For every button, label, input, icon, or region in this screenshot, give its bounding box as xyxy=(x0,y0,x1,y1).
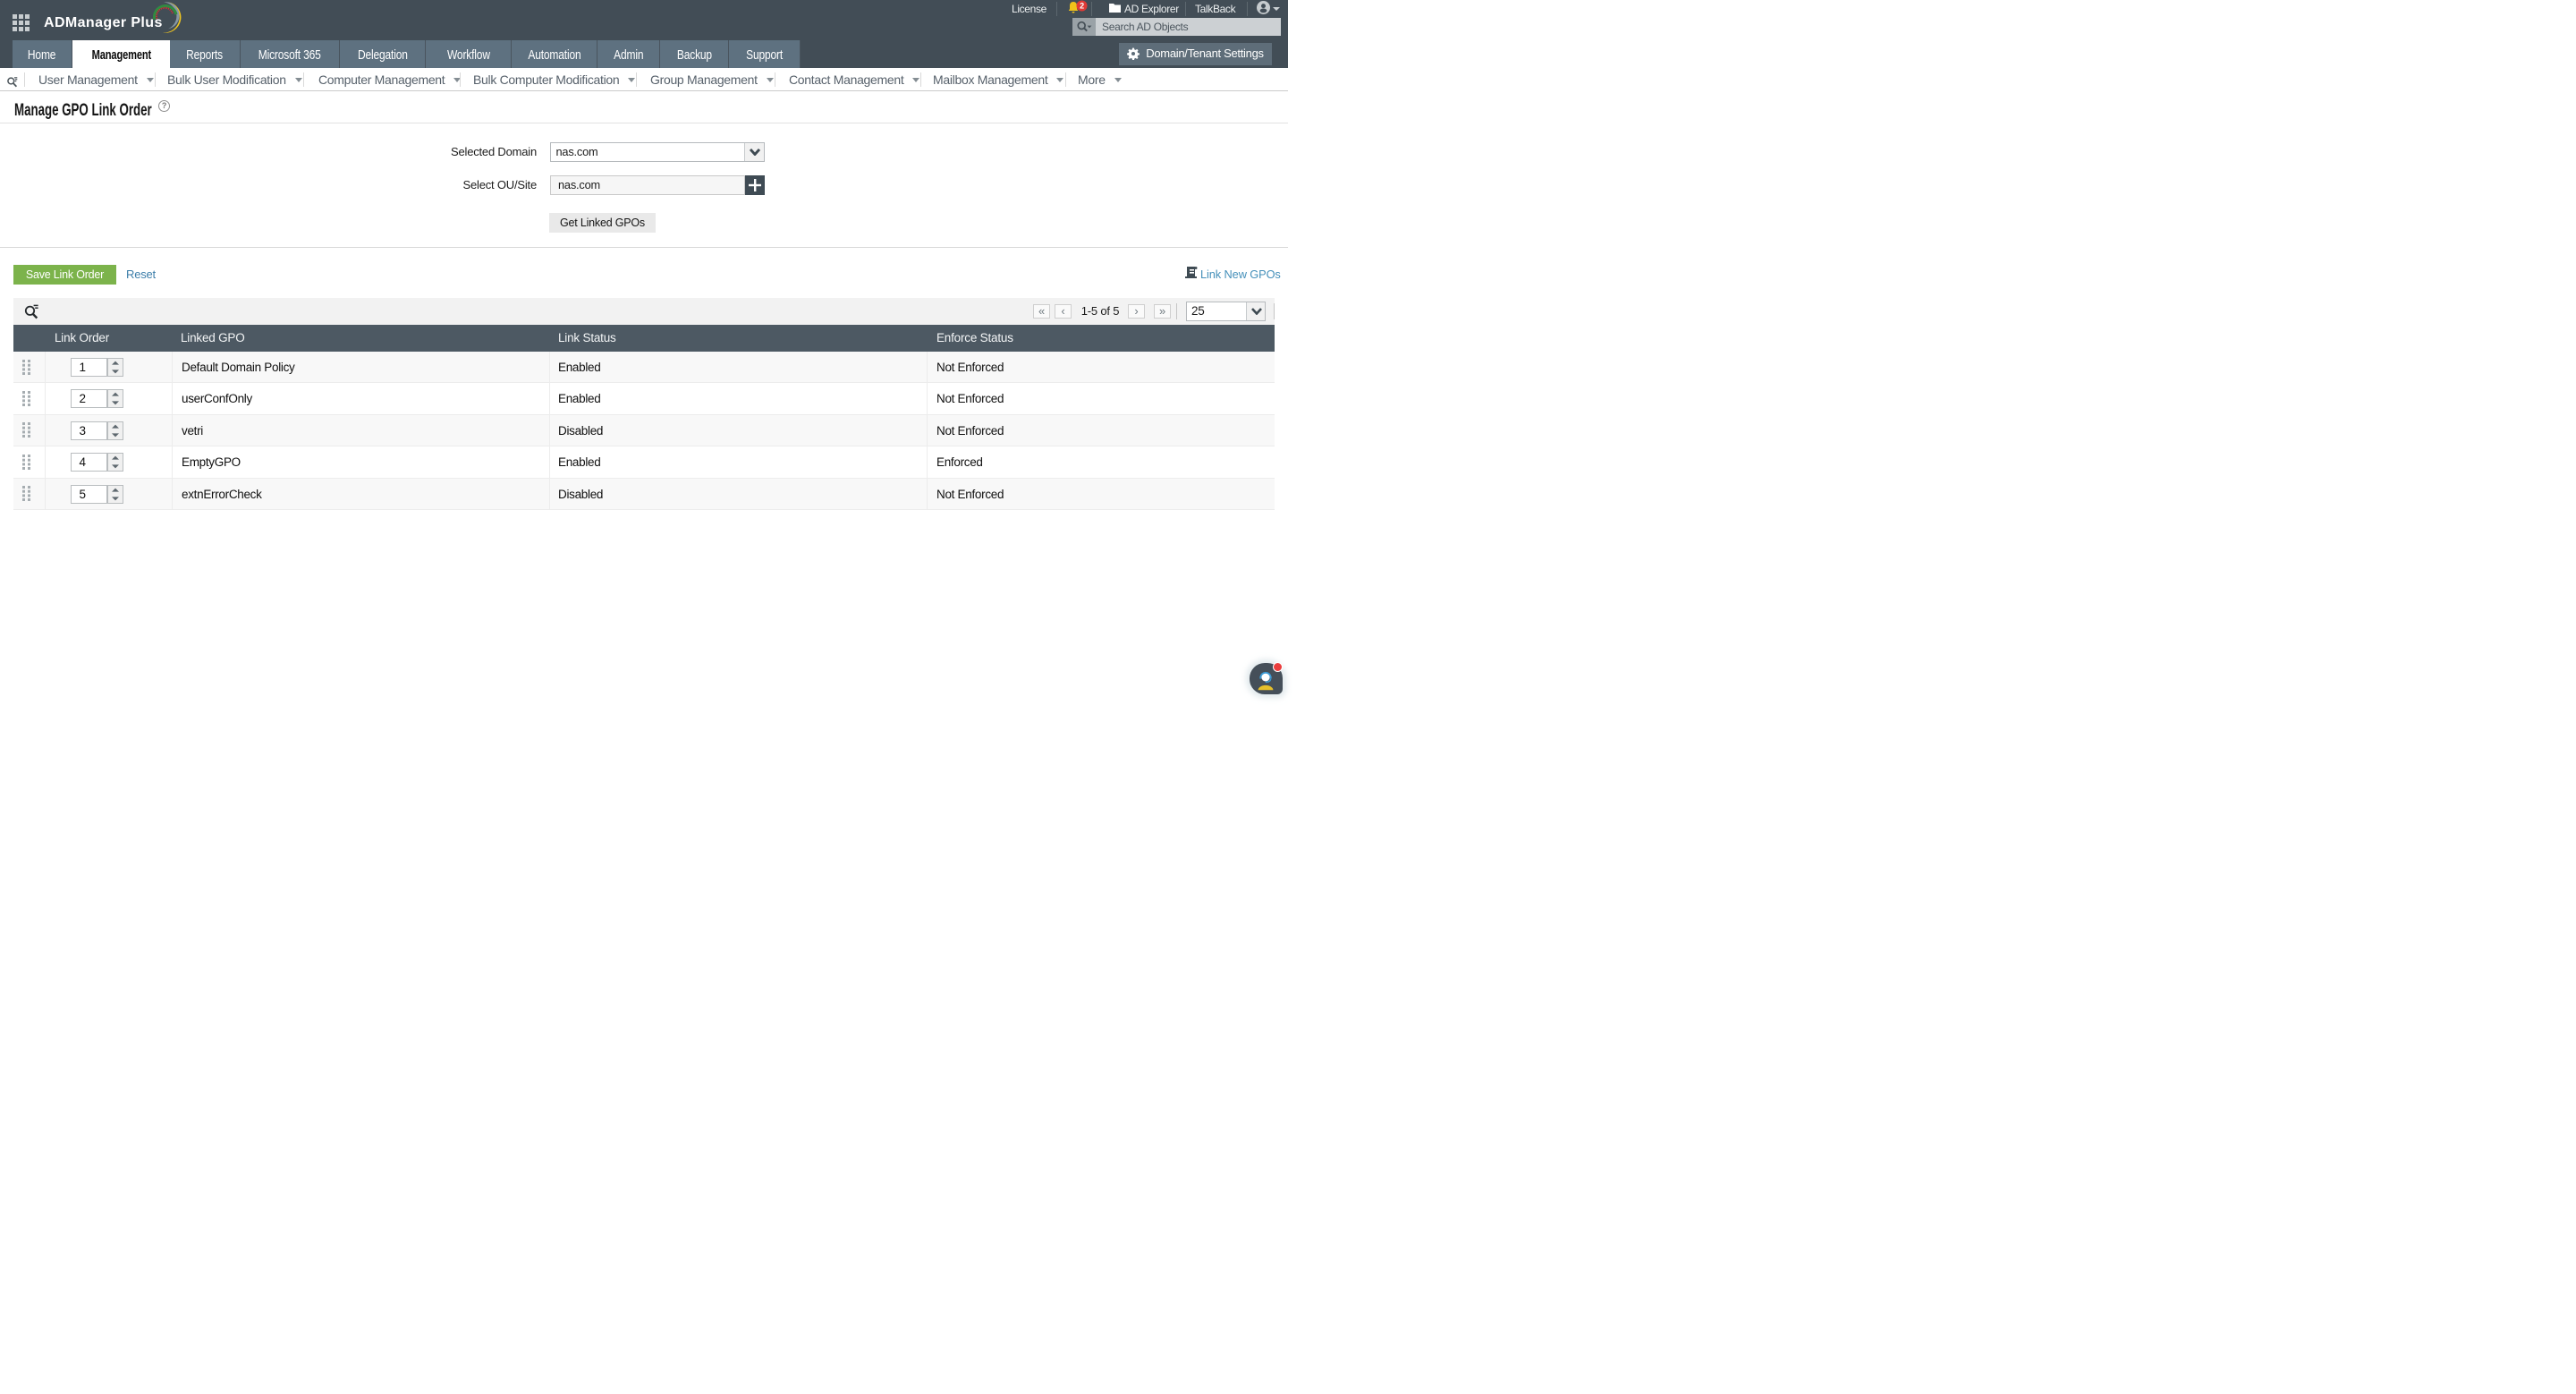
svg-text:2: 2 xyxy=(1080,2,1084,11)
